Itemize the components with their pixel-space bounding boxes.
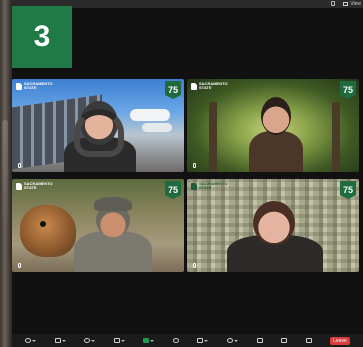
video-tile-participant-1[interactable]: SACRAMENTO STATE 75	[12, 79, 184, 172]
whiteboard-button[interactable]	[281, 338, 288, 343]
notes-button[interactable]	[305, 338, 312, 343]
mic-status-icon	[190, 262, 198, 269]
mic-status-icon	[15, 262, 23, 269]
sacramento-state-logo: SACRAMENTO STATE	[16, 82, 53, 90]
sacramento-state-logo: SACRAMENTO STATE	[191, 182, 228, 190]
mute-button[interactable]	[25, 338, 37, 343]
video-button[interactable]	[54, 338, 66, 343]
view-button-label: View	[350, 1, 361, 7]
record-icon	[172, 338, 179, 343]
notes-icon	[305, 338, 312, 343]
apps-icon	[256, 338, 263, 343]
meeting-toolbar: Leave	[12, 334, 363, 347]
mic-status-icon	[15, 162, 23, 169]
leave-button[interactable]: Leave	[330, 336, 350, 345]
share-screen-button[interactable]	[143, 338, 155, 343]
view-button[interactable]: View	[343, 0, 361, 8]
captions-button[interactable]	[197, 338, 209, 343]
reactions-icon	[226, 338, 233, 343]
share-screen-icon	[143, 338, 150, 343]
reactions-button[interactable]	[226, 338, 238, 343]
participants-button[interactable]	[84, 338, 96, 343]
microphone-icon	[25, 338, 32, 343]
sacramento-state-logo: SACRAMENTO STATE	[16, 182, 53, 190]
participants-icon	[84, 338, 91, 343]
chat-button[interactable]	[113, 338, 125, 343]
video-tile-participant-2[interactable]: SACRAMENTO STATE 75	[187, 79, 359, 172]
number-badge: 3	[12, 6, 72, 68]
video-tile-participant-4[interactable]: SACRAMENTO STATE 75	[187, 179, 359, 272]
sacramento-state-logo: SACRAMENTO STATE	[191, 82, 228, 90]
zoom-meeting-window: View 3 SACRAMENTO STATE 75 SACRAMENTO ST	[0, 0, 363, 347]
lock-icon	[331, 1, 335, 6]
record-button[interactable]	[172, 338, 179, 343]
video-camera-icon	[54, 338, 61, 343]
cc-icon	[197, 338, 204, 343]
mic-status-icon	[190, 162, 198, 169]
video-tile-participant-3[interactable]: SACRAMENTO STATE 75	[12, 179, 184, 272]
whiteboard-icon	[281, 338, 288, 343]
chat-icon	[113, 338, 120, 343]
apps-button[interactable]	[256, 338, 263, 343]
laptop-bezel	[0, 0, 12, 347]
grid-icon	[343, 2, 349, 6]
